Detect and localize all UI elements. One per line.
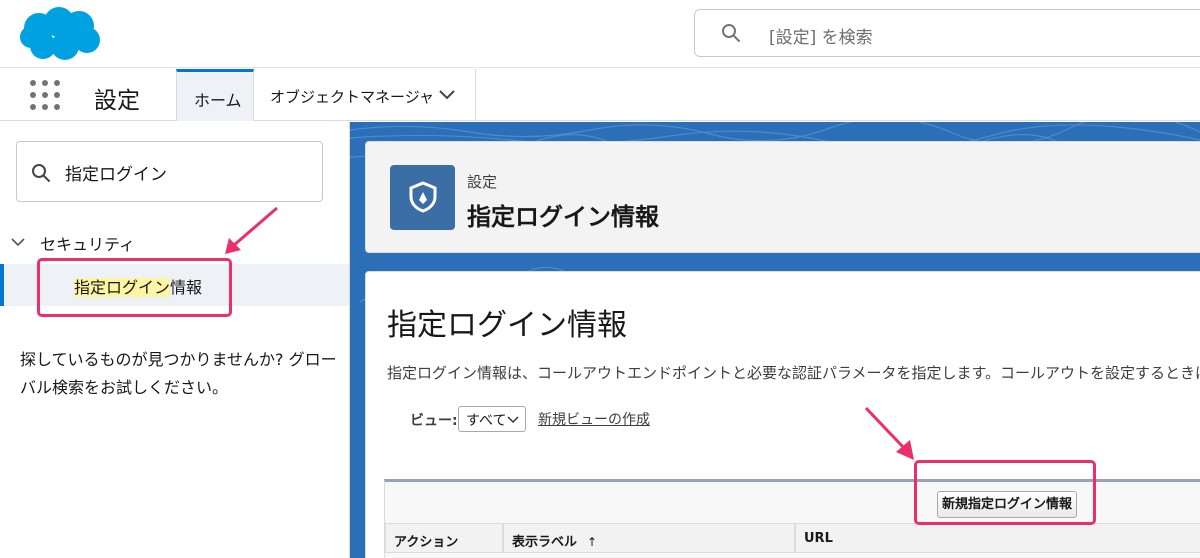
view-label: ビュー:	[410, 413, 458, 429]
salesforce-logo[interactable]	[17, 4, 103, 64]
page-title: 指定ログイン情報	[467, 203, 659, 231]
global-search-box[interactable]: [設定] を検索	[694, 9, 1200, 57]
tree-section-label: セキュリティ	[40, 235, 136, 254]
search-icon	[32, 164, 50, 182]
annotation-highlight-box	[37, 258, 232, 317]
global-search-placeholder: [設定] を検索	[769, 28, 873, 48]
tab-home-label: ホーム	[194, 91, 242, 110]
page-header-card: 設定 指定ログイン情報	[365, 141, 1200, 253]
annotation-arrow	[864, 406, 914, 460]
search-hint-text: 探しているものが見つかりませんか? グローバル検索をお試しください。	[20, 350, 337, 397]
tab-object-manager[interactable]: オブジェクトマネージャ	[254, 69, 476, 121]
chevron-down-icon	[507, 416, 519, 424]
view-select-value: すべて	[466, 413, 507, 429]
content-card: 指定ログイン情報 指定ログイン情報は、コールアウトエンドポイントと必要な認証パラ…	[365, 271, 1200, 558]
quick-find-value: 指定ログイン	[65, 165, 167, 185]
tab-object-manager-label: オブジェクトマネージャ	[270, 88, 434, 106]
content-description: 指定ログイン情報は、コールアウトエンドポイントと必要な認証パラメータを指定します…	[387, 364, 1200, 382]
chevron-down-icon[interactable]	[438, 86, 456, 104]
tab-home[interactable]: ホーム	[176, 69, 254, 121]
column-header-action: アクション	[385, 523, 503, 553]
view-select[interactable]: すべて	[458, 406, 526, 432]
column-header-url[interactable]: URL	[795, 523, 1200, 553]
global-header: [設定] を検索	[0, 0, 1200, 68]
app-name: 設定	[94, 88, 140, 114]
setup-sidebar: 指定ログイン セキュリティ 指定ログイン情報 探しているものが見つかりませんか?…	[0, 122, 350, 558]
create-view-link[interactable]: 新規ビューの作成	[538, 409, 650, 429]
annotation-arrow	[225, 206, 278, 254]
named-credential-icon	[390, 165, 455, 230]
main-content-area: 設定 指定ログイン情報 指定ログイン情報 指定ログイン情報は、コールアウトエンド…	[350, 122, 1200, 558]
app-launcher-icon[interactable]	[30, 80, 62, 112]
annotation-highlight-box	[914, 460, 1096, 525]
column-header-label[interactable]: 表示ラベル ↑	[503, 523, 795, 553]
quick-find-input[interactable]: 指定ログイン	[16, 141, 323, 202]
breadcrumb-kicker: 設定	[467, 173, 498, 191]
search-icon	[722, 24, 740, 42]
sort-ascending-icon: ↑	[587, 535, 598, 549]
content-heading: 指定ログイン情報	[387, 308, 627, 343]
chevron-down-icon[interactable]	[10, 234, 26, 250]
context-nav-bar: 設定 ホーム オブジェクトマネージャ	[0, 69, 1200, 121]
